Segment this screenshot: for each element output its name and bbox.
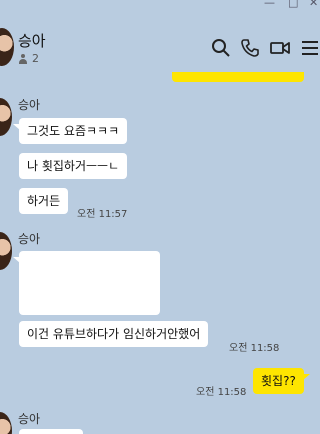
title-bar: — □ ✕ <box>0 0 320 12</box>
my-message-bubble[interactable]: 횟집?? <box>253 368 310 394</box>
member-count-value: 2 <box>32 52 39 65</box>
avatar[interactable] <box>0 28 14 66</box>
close-button[interactable]: ✕ <box>309 0 318 9</box>
image-message[interactable] <box>13 251 160 315</box>
sender-name: 승아 <box>18 98 41 112</box>
sender-avatar[interactable] <box>0 98 12 136</box>
message-bubble[interactable] <box>19 429 83 434</box>
phone-icon[interactable] <box>240 38 260 58</box>
video-icon[interactable] <box>270 38 290 58</box>
sender-avatar[interactable] <box>0 232 12 270</box>
message-time: 오전 11:58 <box>196 387 247 398</box>
message-time: 오전 11:57 <box>77 209 128 220</box>
person-icon <box>18 53 28 64</box>
message-bubble[interactable]: 그것도 요즘ㅋㅋㅋ <box>12 118 128 144</box>
message-bubble[interactable]: 나 횟집하거ㅡㅡㄴ <box>19 153 128 179</box>
room-title: 승아 <box>18 32 46 50</box>
message-bubble[interactable]: 하거든 <box>19 188 69 214</box>
sender-name: 승아 <box>18 412 41 426</box>
message-time: 오전 11:58 <box>229 343 280 354</box>
previous-message-bubble[interactable] <box>172 72 304 82</box>
maximize-button[interactable]: □ <box>288 0 298 9</box>
sender-avatar[interactable] <box>0 412 12 434</box>
menu-icon[interactable] <box>300 38 320 58</box>
minimize-button[interactable]: — <box>264 0 275 9</box>
search-icon[interactable] <box>211 38 231 58</box>
member-count[interactable]: 2 <box>18 52 39 65</box>
message-bubble[interactable]: 이건 유튜브하다가 임신하거안했어 <box>19 321 209 347</box>
sender-name: 승아 <box>18 232 41 246</box>
